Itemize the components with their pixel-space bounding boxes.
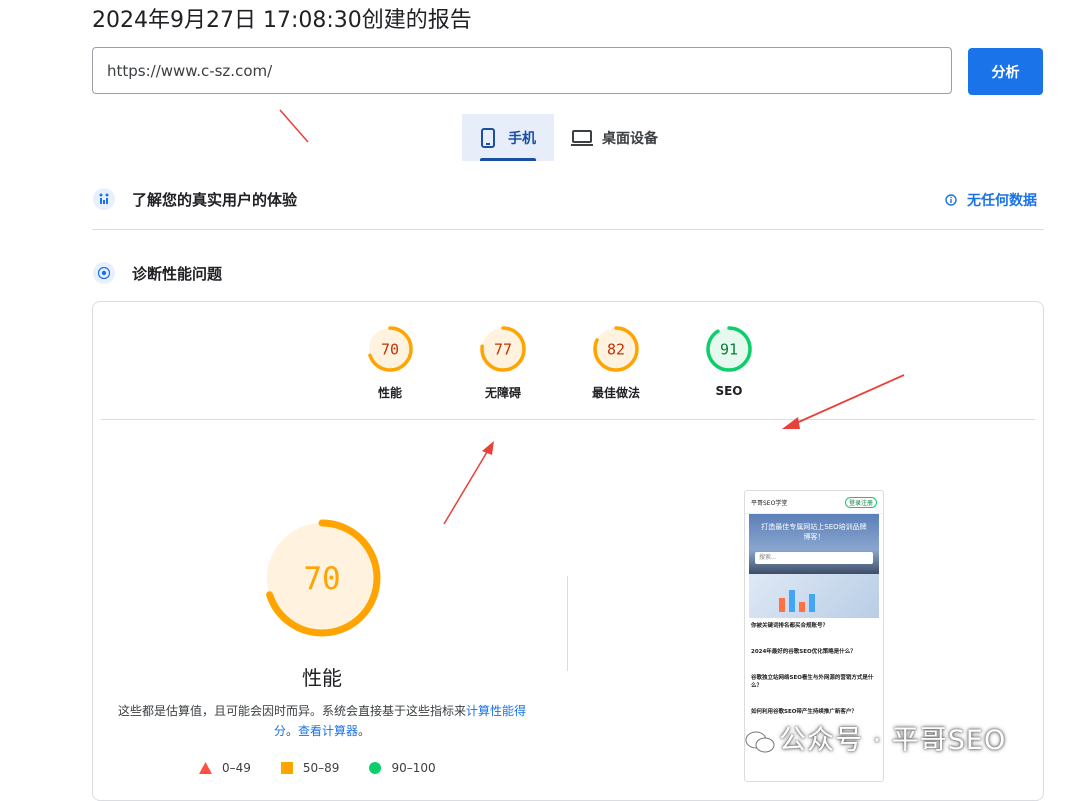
crux-icon <box>93 188 115 210</box>
laptop-icon <box>571 129 593 146</box>
no-data-label: 无任何数据 <box>967 193 1037 209</box>
legend-range: 50–89 <box>302 761 340 775</box>
note-text: 这些都是估算值，且可能会因时而异。系统会直接基于这些指标来 <box>117 704 466 718</box>
gauge-value: 70 <box>381 341 399 359</box>
score-legend: 0–49 50–89 90–100 <box>199 761 436 775</box>
thumb-header-button: 登录注册 <box>844 496 877 508</box>
thumb-search: 搜索... <box>755 552 873 564</box>
gauge-value: 91 <box>720 341 738 359</box>
tab-active-indicator <box>480 158 536 161</box>
main-performance-gauge[interactable]: 70 <box>262 518 382 638</box>
square-icon <box>280 762 293 774</box>
watermark-text: 公众号 · 平哥SEO <box>779 725 1007 756</box>
thumb-search-placeholder: 搜索... <box>759 554 777 561</box>
triangle-icon <box>199 762 212 774</box>
report-title: 2024年9月27日 17:08:30创建的报告 <box>92 8 472 33</box>
crux-section-title: 了解您的真实用户的体验 <box>132 191 298 209</box>
diagnose-icon <box>93 262 115 284</box>
main-gauge-label: 性能 <box>302 666 342 690</box>
calculator-link[interactable]: 查看计算器 <box>298 724 358 738</box>
legend-fail: 0–49 <box>199 761 251 775</box>
tab-mobile-label: 手机 <box>508 130 536 147</box>
gauge-ring: 70 <box>367 326 413 372</box>
phone-icon <box>481 127 495 148</box>
gauge-value: 77 <box>494 341 512 359</box>
thumb-post: 谷歌独立站网络SEO看生与外网源的营销方式是什么？ <box>751 675 874 689</box>
thumb-banner-text: 打造最佳专属网站上SEO培训品牌博客！ <box>761 523 867 541</box>
section-divider <box>92 229 1044 230</box>
thumb-site-name: 平哥SEO学堂 <box>751 499 788 507</box>
vertical-divider <box>567 576 568 671</box>
info-icon <box>945 194 957 206</box>
legend-average: 50–89 <box>280 761 340 775</box>
watermark: 公众号 · 平哥SEO <box>745 718 1006 757</box>
thumb-post: 2024年最好的谷歌SEO优化策略是什么？ <box>751 649 856 655</box>
thumb-header: 平哥SEO学堂 登录注册 <box>745 491 883 514</box>
thumb-post-list: 你被关键词排名都买合规账号？ 2024年最好的谷歌SEO优化策略是什么？ 谷歌独… <box>745 618 883 732</box>
thumb-image <box>749 574 879 618</box>
analyze-button[interactable]: 分析 <box>968 48 1043 95</box>
annotation-arrow-top <box>279 109 309 143</box>
wechat-icon <box>745 731 775 752</box>
note-sep: 。 <box>285 724 298 738</box>
gauge-value: 82 <box>607 341 625 359</box>
url-input-value: https://www.c-sz.com/ <box>107 61 273 80</box>
url-input[interactable]: https://www.c-sz.com/ <box>92 47 952 94</box>
circle-icon <box>369 762 382 774</box>
legend-pass: 90–100 <box>369 761 436 775</box>
score-gauge-performance[interactable]: 70 性能 <box>345 324 435 401</box>
gauge-label: 性能 <box>377 386 402 400</box>
main-gauge-value: 70 <box>303 561 340 597</box>
thumb-post: 你被关键词排名都买合规账号？ <box>751 623 829 629</box>
tab-desktop-label: 桌面设备 <box>602 130 658 147</box>
diagnose-section-title: 诊断性能问题 <box>132 265 223 283</box>
tab-desktop[interactable]: 桌面设备 <box>570 114 658 161</box>
legend-range: 90–100 <box>391 761 436 775</box>
legend-range: 0–49 <box>222 761 251 775</box>
estimate-note: 这些都是估算值，且可能会因时而异。系统会直接基于这些指标来计算性能得分。查看计算… <box>112 701 532 741</box>
no-data-link[interactable]: 无任何数据 <box>945 190 1037 210</box>
thumb-banner: 打造最佳专属网站上SEO培训品牌博客！ 搜索... <box>749 514 879 574</box>
tab-mobile[interactable]: 手机 <box>462 114 554 161</box>
note-end: 。 <box>358 724 371 738</box>
